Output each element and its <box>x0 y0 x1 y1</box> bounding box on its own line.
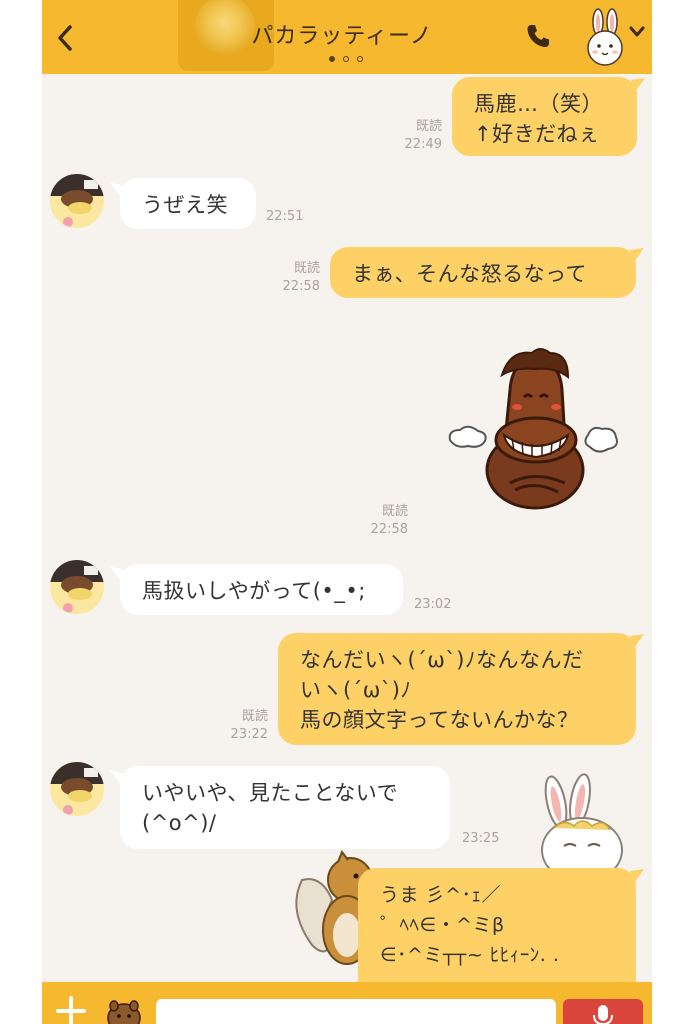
message-meta: 既読 22:49 <box>372 118 442 154</box>
contact-photo-icon <box>50 560 104 614</box>
message-time: 23:22 <box>230 727 268 742</box>
chevron-down-icon <box>629 26 645 37</box>
page-dot <box>343 56 349 62</box>
add-attachment-button[interactable] <box>56 994 86 1024</box>
read-receipt: 既読 <box>415 119 442 134</box>
outgoing-message-bubble[interactable]: なんだいヽ(´ω`)ﾉなんなんだ いヽ(´ω`)ﾉ 馬の顔文字ってないんかな？ <box>278 633 636 745</box>
menu-button[interactable] <box>628 24 646 38</box>
message-meta: 既読 23:22 <box>198 708 268 744</box>
message-time: 23:02 <box>414 597 452 612</box>
page-indicator <box>329 56 363 62</box>
message-time: 22:49 <box>404 137 442 152</box>
plus-icon <box>56 996 86 1024</box>
grinning-horse-sticker[interactable] <box>440 345 620 515</box>
message-meta: 既読 22:58 <box>250 260 320 296</box>
message-meta: 既読 22:58 <box>338 503 408 539</box>
bubble-tail <box>631 78 645 92</box>
outgoing-message-bubble[interactable]: まぁ、そんな怒るなって <box>330 247 636 298</box>
composer-bar <box>42 982 652 1024</box>
read-receipt: 既読 <box>241 709 268 724</box>
read-receipt: 既読 <box>381 504 408 519</box>
rabbit-character-avatar[interactable] <box>582 8 628 68</box>
message-input[interactable] <box>156 999 556 1024</box>
page-dot <box>357 56 363 62</box>
contact-avatar[interactable] <box>50 762 104 816</box>
contact-avatar[interactable] <box>50 174 104 228</box>
page-dot <box>329 56 335 62</box>
message-time: 22:58 <box>370 522 408 537</box>
message-time: 22:58 <box>282 279 320 294</box>
message-time: 23:25 <box>462 831 500 846</box>
bubble-tail <box>630 869 644 883</box>
contact-photo-icon <box>50 762 104 816</box>
sticker-button[interactable] <box>102 996 146 1024</box>
rabbit-background-decoration-icon <box>541 773 623 880</box>
voice-message-button[interactable] <box>563 999 643 1024</box>
bubble-tail <box>630 248 644 262</box>
incoming-message-bubble[interactable]: 馬扱いしやがって(•_•; <box>120 564 403 615</box>
back-button[interactable] <box>50 22 80 54</box>
sticker-icon <box>107 1000 141 1024</box>
chat-header: パカラッティーノ <box>42 0 652 74</box>
chat-title[interactable]: パカラッティーノ <box>242 18 442 50</box>
mic-icon <box>593 1005 613 1024</box>
chevron-left-icon <box>58 25 72 51</box>
message-time: 22:51 <box>266 209 304 224</box>
contact-photo-icon <box>50 174 104 228</box>
chat-screen: パカラッティーノ 既読 22:49 馬鹿…（笑） ↑好きだねぇ うぜえ笑 22:… <box>42 0 652 1024</box>
read-receipt: 既読 <box>293 261 320 276</box>
incoming-message-bubble[interactable]: いやいや、見たことないで (^o^)/ <box>120 766 450 849</box>
incoming-message-bubble[interactable]: うぜえ笑 <box>120 178 256 229</box>
call-button[interactable] <box>524 22 554 52</box>
outgoing-message-bubble[interactable]: 馬鹿…（笑） ↑好きだねぇ <box>452 77 637 156</box>
phone-icon <box>527 25 549 47</box>
contact-avatar[interactable] <box>50 560 104 614</box>
bubble-tail <box>630 634 644 648</box>
